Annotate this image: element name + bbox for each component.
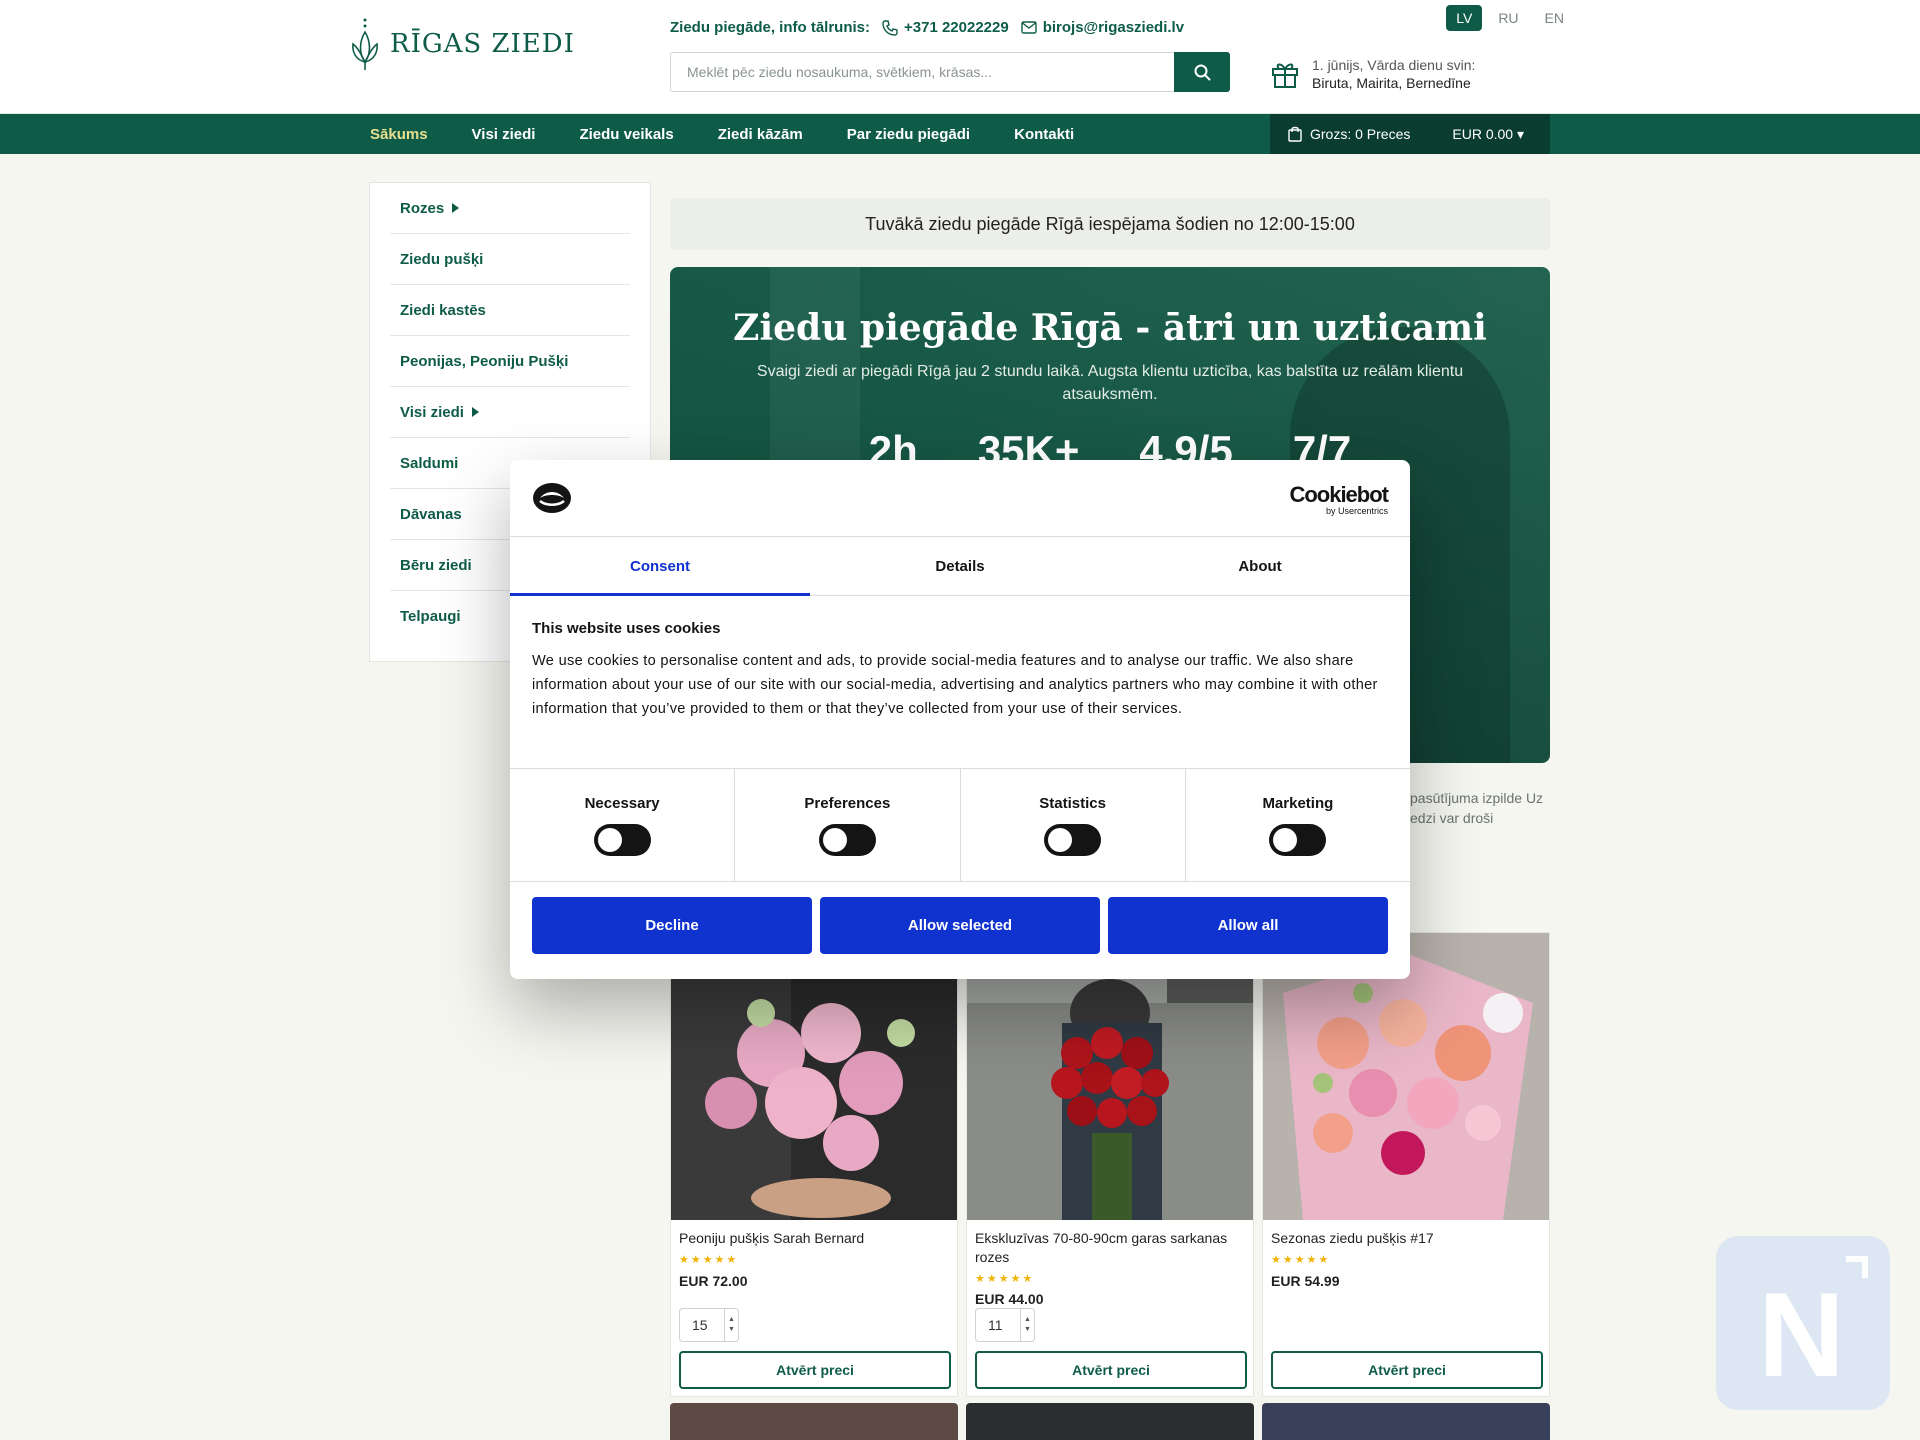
allow-all-button[interactable]: Allow all: [1108, 897, 1388, 954]
cookiebot-brand-name: Cookiebot: [1289, 482, 1389, 507]
cookie-dialog-header: Cookiebot by Usercentrics: [510, 460, 1410, 537]
cookie-heading: This website uses cookies: [532, 620, 721, 637]
cookie-description: We use cookies to personalise content an…: [532, 653, 1378, 717]
toggle-label: Preferences: [804, 794, 891, 812]
cookie-logo-icon: [533, 483, 571, 513]
toggle-label: Statistics: [1039, 794, 1106, 812]
necessary-switch[interactable]: [593, 823, 651, 856]
toggle-preferences: Preferences: [735, 769, 961, 881]
decline-button[interactable]: Decline: [532, 897, 812, 954]
cookie-tabs: Consent Details About: [510, 537, 1410, 596]
cookie-consent-dialog: Cookiebot by Usercentrics Consent Detail…: [510, 460, 1410, 979]
cookie-actions: Decline Allow selected Allow all: [510, 882, 1410, 969]
toggle-statistics: Statistics: [961, 769, 1186, 881]
marketing-switch[interactable]: [1269, 823, 1327, 856]
cookie-category-toggles: Necessary Preferences Statistics Marketi…: [510, 768, 1410, 882]
toggle-label: Necessary: [584, 794, 660, 812]
tab-details[interactable]: Details: [810, 537, 1110, 595]
tab-consent[interactable]: Consent: [510, 537, 810, 596]
tab-about[interactable]: About: [1110, 537, 1410, 595]
toggle-marketing: Marketing: [1186, 769, 1410, 881]
preferences-switch[interactable]: [818, 823, 876, 856]
cookiebot-brand[interactable]: Cookiebot by Usercentrics: [1289, 482, 1389, 516]
toggle-necessary: Necessary: [510, 769, 736, 881]
allow-selected-button[interactable]: Allow selected: [820, 897, 1100, 954]
cookie-dialog-body: This website uses cookies We use cookies…: [510, 596, 1410, 768]
statistics-switch[interactable]: [1044, 823, 1102, 856]
floating-chat-widget[interactable]: N: [1716, 1236, 1890, 1410]
toggle-label: Marketing: [1262, 794, 1334, 812]
n-logo-icon: N: [1758, 1268, 1845, 1402]
corner-mark-icon: [1846, 1256, 1868, 1278]
